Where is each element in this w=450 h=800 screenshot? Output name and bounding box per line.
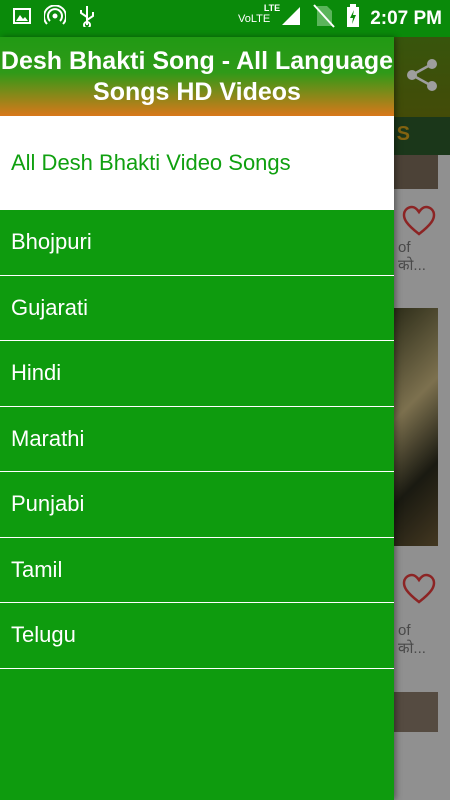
menu-item-label: Gujarati bbox=[11, 294, 89, 320]
menu-item-label: Punjabi bbox=[11, 491, 85, 517]
navigation-drawer: Desh Bhakti Song - All Language Songs HD… bbox=[0, 37, 394, 800]
menu-item-all-songs[interactable]: All Desh Bhakti Video Songs bbox=[0, 116, 394, 210]
usb-icon bbox=[78, 5, 96, 32]
volte-label: VoLTE bbox=[237, 12, 271, 25]
lte-label: LTE bbox=[263, 2, 281, 13]
menu-item-label: Hindi bbox=[11, 360, 62, 386]
menu-item-label: Bhojpuri bbox=[11, 229, 92, 255]
volte-indicator: VoLTE LTE bbox=[237, 3, 280, 25]
drawer-title: Desh Bhakti Song - All Language Songs HD… bbox=[0, 46, 394, 106]
menu-item-label: Telugu bbox=[11, 622, 76, 648]
menu-item-tamil[interactable]: Tamil bbox=[0, 538, 394, 603]
menu-item-label: Marathi bbox=[11, 425, 85, 451]
signal-icon bbox=[280, 5, 302, 32]
menu-item-label: Tamil bbox=[11, 556, 63, 582]
menu-item-marathi[interactable]: Marathi bbox=[0, 407, 394, 472]
status-time: 2:07 PM bbox=[370, 7, 442, 29]
status-bar: VoLTE LTE 2:07 PM bbox=[0, 0, 450, 37]
drawer-header: Desh Bhakti Song - All Language Songs HD… bbox=[0, 37, 394, 116]
menu-item-punjabi[interactable]: Punjabi bbox=[0, 472, 394, 538]
menu-item-gujarati[interactable]: Gujarati bbox=[0, 276, 394, 341]
menu-item-label: All Desh Bhakti Video Songs bbox=[11, 150, 291, 175]
menu-item-bhojpuri[interactable]: Bhojpuri bbox=[0, 210, 394, 276]
menu-item-hindi[interactable]: Hindi bbox=[0, 341, 394, 407]
hotspot-icon bbox=[43, 4, 67, 32]
battery-charging-icon bbox=[346, 4, 360, 33]
no-sim-icon bbox=[312, 3, 336, 34]
language-menu: All Desh Bhakti Video Songs Bhojpuri Guj… bbox=[0, 116, 394, 669]
scrim-overlay[interactable] bbox=[394, 37, 450, 800]
image-icon bbox=[12, 6, 32, 31]
menu-item-telugu[interactable]: Telugu bbox=[0, 603, 394, 669]
